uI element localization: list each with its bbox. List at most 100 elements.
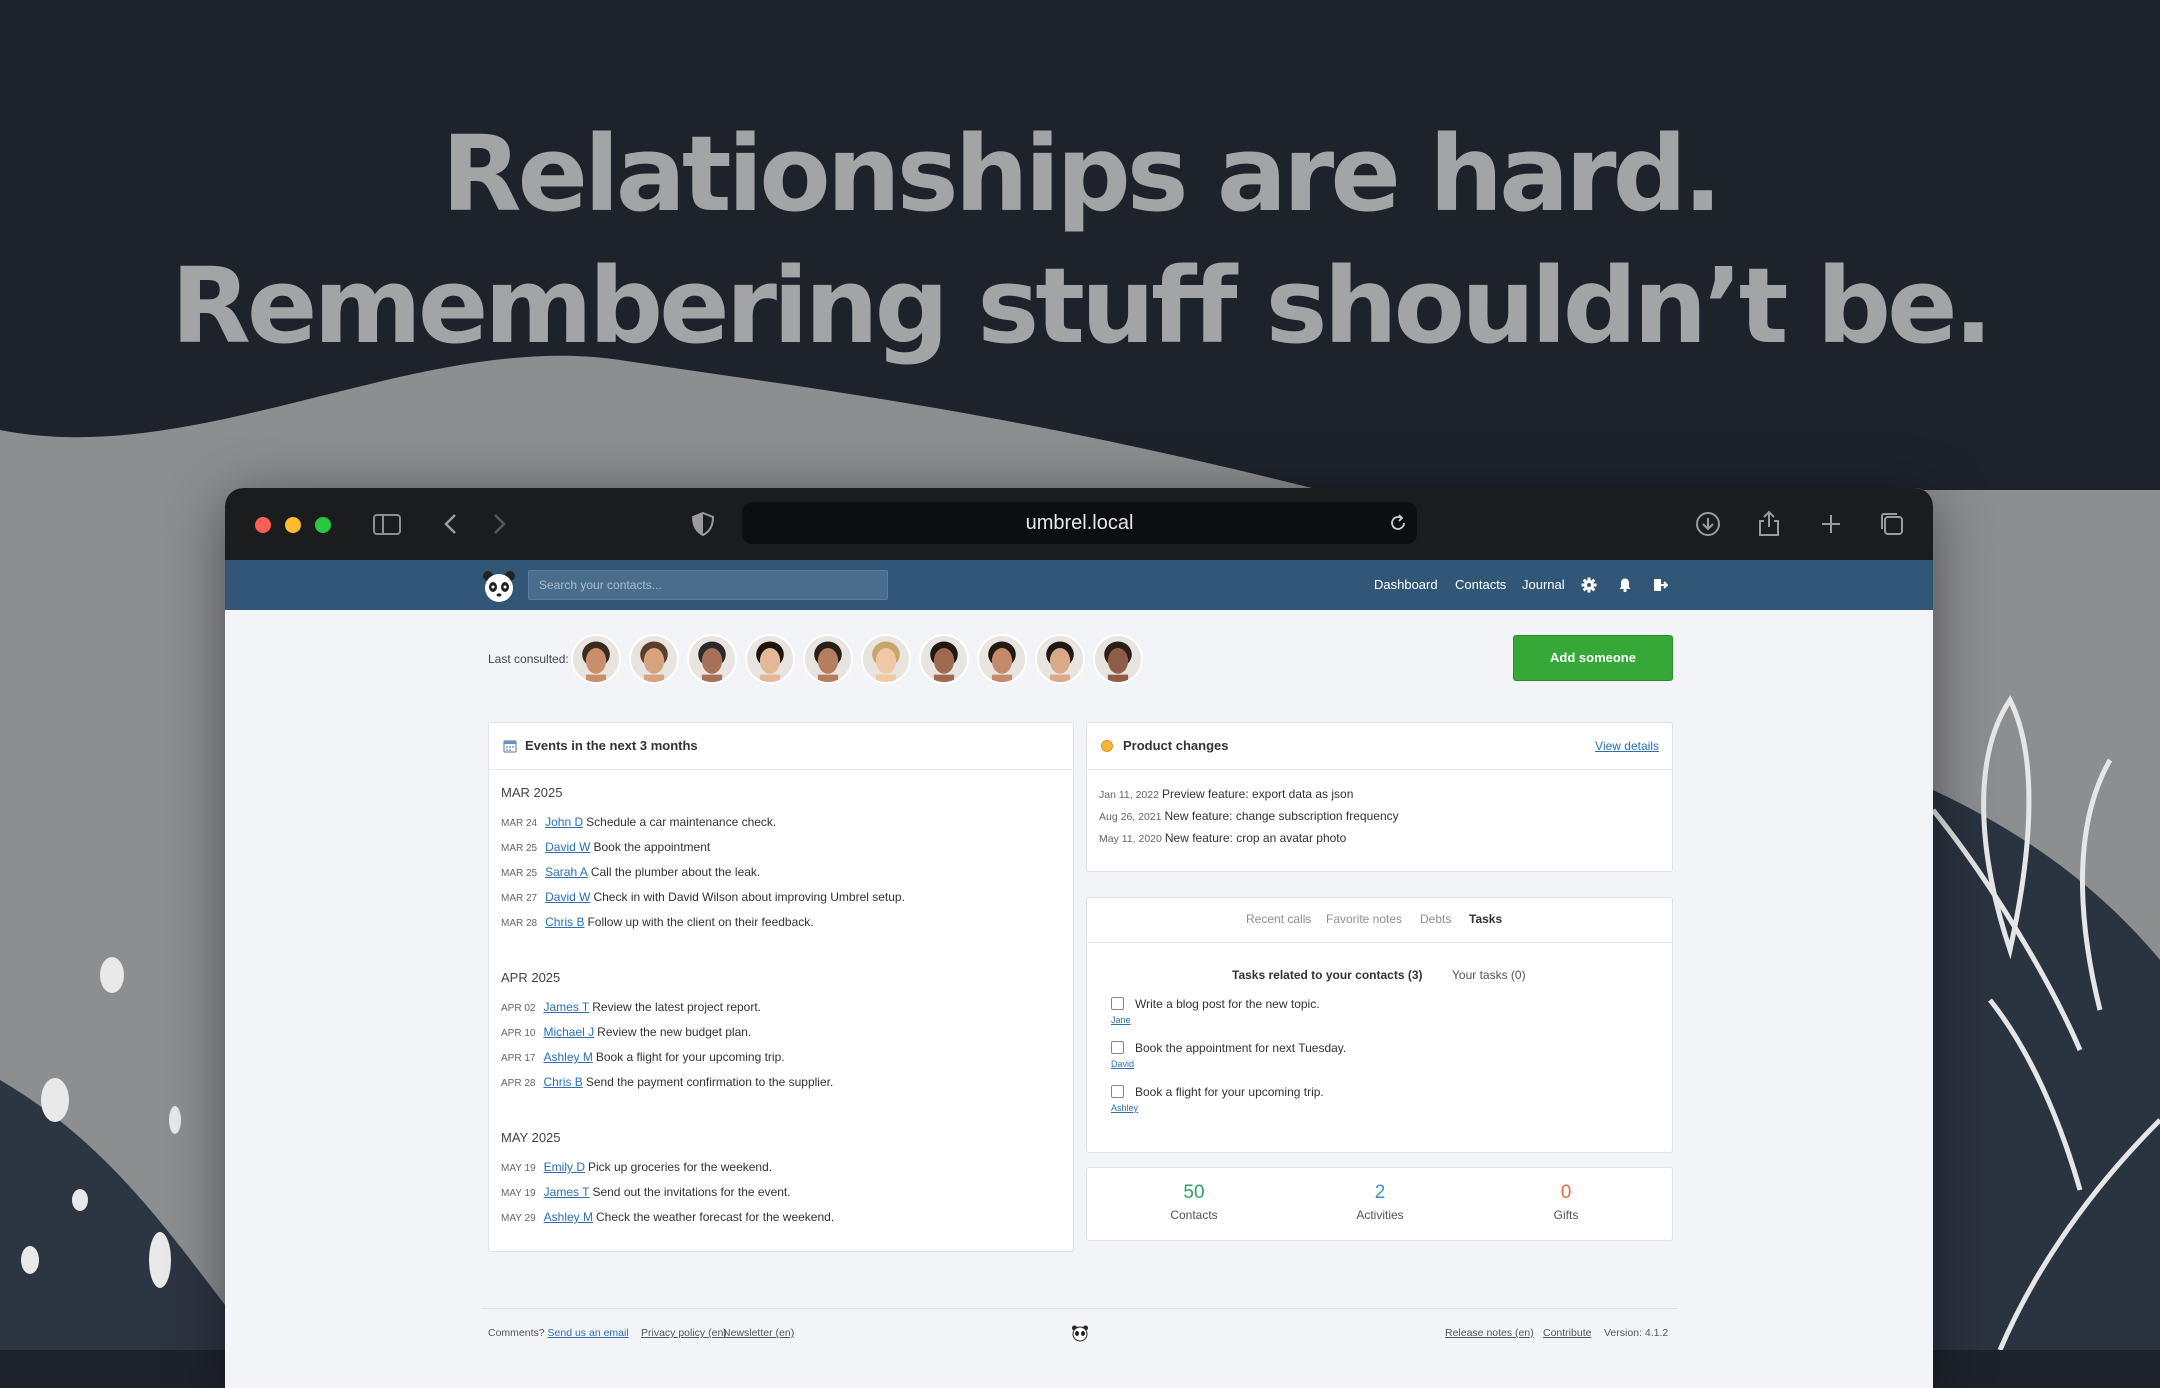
nav-dashboard[interactable]: Dashboard (1374, 560, 1438, 610)
event-text: Book a flight for your upcoming trip. (595, 1050, 785, 1064)
event-contact-link[interactable]: Chris B (543, 1075, 582, 1089)
subtab-your-tasks[interactable]: Your tasks (0) (1452, 968, 1526, 982)
tabs-bar: Recent calls Favorite notes Debts Tasks (1087, 898, 1672, 943)
stat-activities[interactable]: 2 Activities (1305, 1182, 1455, 1222)
stat-contacts[interactable]: 50 Contacts (1119, 1182, 1269, 1222)
tab-recent-calls[interactable]: Recent calls (1246, 912, 1311, 926)
reload-icon[interactable] (1387, 512, 1409, 534)
footer-comments: Comments? Send us an email (488, 1327, 629, 1339)
events-month-heading: MAY 2025 (501, 1130, 561, 1145)
shield-icon[interactable] (687, 508, 719, 540)
minimize-window-button[interactable] (285, 517, 301, 533)
contact-avatar[interactable] (803, 634, 853, 684)
subtab-related-tasks[interactable]: Tasks related to your contacts (3) (1232, 968, 1423, 982)
task-text: Book the appointment for next Tuesday. (1135, 1041, 1347, 1055)
contact-avatar[interactable] (1093, 634, 1143, 684)
bell-icon[interactable] (1617, 577, 1633, 593)
tabs-overview-icon[interactable] (1876, 508, 1908, 540)
footer-email-link[interactable]: Send us an email (548, 1327, 629, 1339)
tab-debts[interactable]: Debts (1420, 912, 1451, 926)
event-date: MAR 25 (501, 868, 538, 879)
contact-avatar[interactable] (745, 634, 795, 684)
event-contact-link[interactable]: James T (543, 1000, 589, 1014)
nav-journal[interactable]: Journal (1522, 560, 1565, 610)
event-contact-link[interactable]: John D (545, 815, 583, 829)
back-icon[interactable] (435, 508, 467, 540)
event-contact-link[interactable]: James T (544, 1185, 590, 1199)
task-checkbox[interactable] (1111, 1041, 1124, 1054)
sidebar-icon[interactable] (371, 508, 403, 540)
footer-newsletter-link[interactable]: Newsletter (en) (723, 1327, 794, 1339)
event-item: MAR 25 Sarah A Call the plumber about the … (501, 865, 760, 879)
settings-icon[interactable] (1581, 577, 1597, 593)
event-date: MAY 19 (501, 1188, 536, 1199)
panda-footer-icon (1072, 1325, 1088, 1342)
product-changes-panel: Product changes View details Jan 11, 202… (1086, 722, 1673, 872)
event-item: APR 28 Chris B Send the payment confirmati… (501, 1075, 833, 1089)
event-contact-link[interactable]: Ashley M (544, 1210, 593, 1224)
nav-contacts[interactable]: Contacts (1455, 560, 1506, 610)
tab-tasks[interactable]: Tasks (1469, 912, 1502, 926)
close-window-button[interactable] (255, 517, 271, 533)
event-item: MAR 25 David W Book the appointment (501, 840, 710, 854)
panda-logo-icon[interactable] (481, 568, 517, 604)
contact-avatar[interactable] (571, 634, 621, 684)
task-checkbox[interactable] (1111, 1085, 1124, 1098)
event-item: APR 17 Ashley M Book a flight for your upc… (501, 1050, 785, 1064)
product-change-text: Preview feature: export data as json (1161, 787, 1354, 801)
stat-contacts-value: 50 (1183, 1182, 1205, 1203)
forward-icon[interactable] (483, 508, 515, 540)
footer-comments-label: Comments? (488, 1327, 545, 1339)
status-dot-icon (1101, 740, 1113, 752)
new-tab-icon[interactable] (1815, 508, 1847, 540)
event-contact-link[interactable]: Michael J (543, 1025, 594, 1039)
event-item: MAR 27 David W Check in with David Wilson … (501, 890, 905, 904)
share-icon[interactable] (1753, 508, 1785, 540)
footer-privacy-link[interactable]: Privacy policy (en) (641, 1327, 727, 1339)
event-date: APR 10 (501, 1028, 536, 1039)
stat-gifts[interactable]: 0 Gifts (1491, 1182, 1641, 1222)
event-date: APR 28 (501, 1078, 536, 1089)
task-contact-link[interactable]: David (1111, 1059, 1134, 1069)
task-contact-link[interactable]: Ashley (1111, 1103, 1138, 1113)
tab-favorite-notes[interactable]: Favorite notes (1326, 912, 1402, 926)
event-text: Follow up with the client on their feedb… (587, 915, 814, 929)
event-text: Review the latest project report. (592, 1000, 762, 1014)
events-title: Events in the next 3 months (525, 738, 698, 753)
footer-contribute-link[interactable]: Contribute (1543, 1327, 1591, 1339)
stat-gifts-label: Gifts (1553, 1208, 1579, 1222)
search-input[interactable]: Search your contacts... (528, 570, 888, 600)
event-text: Send the payment confirmation to the sup… (585, 1075, 834, 1089)
event-contact-link[interactable]: Emily D (544, 1160, 585, 1174)
task-contact-link[interactable]: Jane (1111, 1015, 1131, 1025)
contact-avatar[interactable] (861, 634, 911, 684)
app-navbar: Search your contacts... Dashboard Contac… (225, 560, 1933, 610)
contact-avatar[interactable] (687, 634, 737, 684)
last-consulted-label: Last consulted: (488, 652, 569, 666)
event-contact-link[interactable]: Chris B (545, 915, 584, 929)
add-someone-button[interactable]: Add someone (1513, 635, 1673, 681)
view-details-link[interactable]: View details (1595, 723, 1659, 769)
contact-avatar[interactable] (1035, 634, 1085, 684)
address-bar[interactable]: umbrel.local (742, 502, 1417, 544)
zoom-window-button[interactable] (315, 517, 331, 533)
event-contact-link[interactable]: David W (545, 890, 590, 904)
task-text: Write a blog post for the new topic. (1135, 997, 1320, 1011)
event-contact-link[interactable]: Sarah A (545, 865, 588, 879)
product-changes-title: Product changes (1123, 738, 1229, 753)
contact-avatar[interactable] (977, 634, 1027, 684)
footer-release-notes-link[interactable]: Release notes (en) (1445, 1327, 1534, 1339)
hero-headline: Relationships are hard. Remembering stuf… (0, 108, 2160, 372)
download-icon[interactable] (1692, 508, 1724, 540)
event-date: MAR 28 (501, 918, 538, 929)
product-change-date: May 11, 2020 (1099, 833, 1162, 845)
event-contact-link[interactable]: David W (545, 840, 590, 854)
contact-avatar[interactable] (629, 634, 679, 684)
event-contact-link[interactable]: Ashley M (543, 1050, 592, 1064)
contact-avatar[interactable] (919, 634, 969, 684)
task-checkbox[interactable] (1111, 997, 1124, 1010)
event-text: Check the weather forecast for the weeke… (596, 1210, 835, 1224)
logout-icon[interactable] (1652, 577, 1668, 593)
task-text: Book a flight for your upcoming trip. (1135, 1085, 1324, 1099)
events-month-heading: MAR 2025 (501, 785, 563, 800)
